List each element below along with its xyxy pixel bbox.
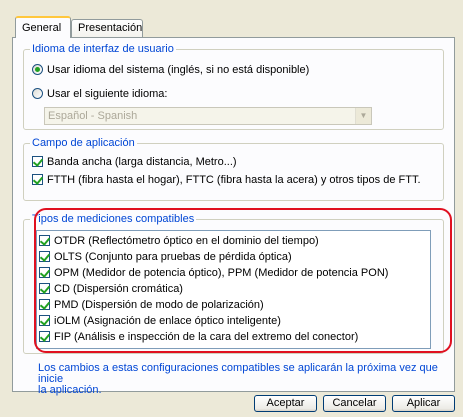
application-group-legend: Campo de aplicación	[30, 137, 137, 149]
tab-presentacion[interactable]: Presentación	[71, 19, 143, 37]
highlight-annotation	[34, 208, 452, 353]
radio-unselected-icon[interactable]	[32, 88, 43, 99]
cancel-button[interactable]: Cancelar	[323, 395, 386, 412]
tab-general[interactable]: General	[15, 16, 71, 38]
chevron-down-icon[interactable]: ▼	[355, 108, 371, 124]
radio-custom-language-label: Usar el siguiente idioma:	[47, 88, 168, 100]
checkbox-checked-icon[interactable]	[32, 174, 43, 185]
language-group: Idioma de interfaz de usuario Usar idiom…	[23, 43, 444, 130]
language-select[interactable]: Español - Spanish ▼	[44, 107, 372, 125]
radio-custom-language[interactable]: Usar el siguiente idioma:	[32, 88, 167, 101]
tab-general-label: General	[22, 22, 62, 34]
checkbox-broadband[interactable]: Banda ancha (larga distancia, Metro...)	[32, 156, 237, 169]
tab-presentacion-label: Presentación	[78, 22, 143, 34]
checkbox-broadband-label: Banda ancha (larga distancia, Metro...)	[47, 156, 237, 168]
language-select-value: Español - Spanish	[48, 110, 138, 122]
accept-button[interactable]: Aceptar	[254, 395, 317, 412]
checkbox-ftth[interactable]: FTTH (fibra hasta el hogar), FTTC (fibra…	[32, 174, 421, 187]
apply-button[interactable]: Aplicar	[392, 395, 455, 412]
radio-system-language[interactable]: Usar idioma del sistema (inglés, si no e…	[32, 64, 309, 77]
language-group-legend: Idioma de interfaz de usuario	[30, 43, 176, 55]
checkbox-ftth-label: FTTH (fibra hasta el hogar), FTTC (fibra…	[47, 174, 421, 186]
application-group: Campo de aplicación Banda ancha (larga d…	[23, 137, 444, 201]
restart-note-line1: Los cambios a estas configuraciones comp…	[38, 362, 438, 385]
radio-system-language-label: Usar idioma del sistema (inglés, si no e…	[47, 64, 310, 76]
radio-selected-icon[interactable]	[32, 64, 43, 75]
checkbox-checked-icon[interactable]	[32, 156, 43, 167]
restart-note-line2: la aplicación.	[38, 384, 102, 396]
restart-note: Los cambios a estas configuraciones comp…	[38, 363, 448, 396]
